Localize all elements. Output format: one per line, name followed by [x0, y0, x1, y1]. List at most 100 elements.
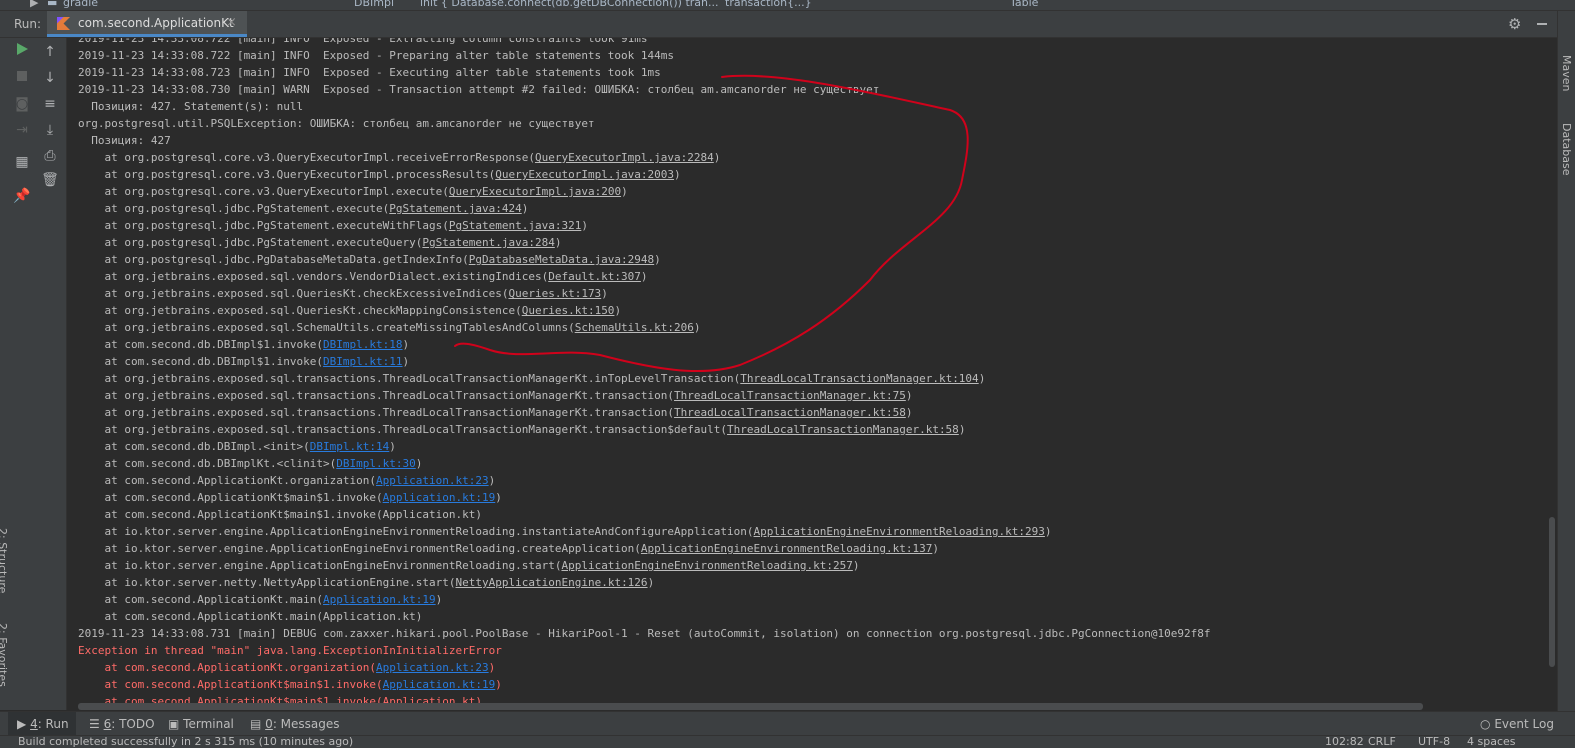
log-line: 2019-11-23 14:33:08.731 [main] DEBUG com… — [78, 625, 1210, 642]
tool-structure[interactable]: 2: Structure — [0, 528, 9, 593]
print-icon[interactable]: ⎙ — [40, 146, 60, 166]
kotlin-icon — [57, 17, 70, 30]
console-output[interactable]: 2019-11-23 14:33:08.722 [main] INFO Expo… — [67, 38, 1547, 704]
tab-run-label: : Run — [37, 717, 69, 731]
source-link[interactable]: DBImpl.kt:11 — [323, 355, 402, 368]
tool-maven[interactable]: Maven — [1560, 55, 1573, 91]
minimize-icon[interactable] — [1537, 23, 1547, 25]
source-link[interactable]: Queries.kt:150 — [522, 304, 615, 317]
log-text: ) — [435, 593, 443, 606]
arrow-up-icon[interactable]: ↑ — [40, 42, 60, 62]
log-text: ) — [905, 406, 913, 419]
source-link[interactable]: PgDatabaseMetaData.java:2948 — [469, 253, 654, 266]
exit-icon[interactable]: ⇥ — [12, 120, 32, 140]
source-link[interactable]: PgStatement.java:424 — [389, 202, 521, 215]
soft-wrap-icon[interactable]: ≡ — [40, 94, 60, 114]
log-text: 2019-11-23 14:33:08.722 [main] INFO Expo… — [78, 38, 648, 45]
source-link[interactable]: QueryExecutorImpl.java:2003 — [495, 168, 674, 181]
tab-messages[interactable]: ▤ 0: Messages — [250, 717, 340, 731]
log-text: ) — [905, 389, 913, 402]
event-log-button[interactable]: ○ Event Log — [1480, 717, 1554, 731]
source-link[interactable]: QueryExecutorImpl.java:2284 — [535, 151, 714, 164]
run-config-tab[interactable]: com.second.ApplicationKt × — [47, 11, 247, 37]
log-text: at org.jetbrains.exposed.sql.transaction… — [78, 389, 675, 402]
log-text: at org.postgresql.core.v3.QueryExecutorI… — [78, 185, 449, 198]
tool-favorites[interactable]: 2: Favorites — [0, 623, 9, 687]
bottom-tool-bar: ▶ 4: Run ☰ 6: TODO ▣ Terminal ▤ 0: Messa… — [0, 711, 1575, 736]
pin-icon[interactable]: 📌 — [12, 186, 32, 206]
caret-position[interactable]: 102:82 — [1325, 736, 1364, 748]
source-link[interactable]: ApplicationEngineEnvironmentReloading.kt… — [754, 525, 1045, 538]
log-line: at com.second.db.DBImplKt.<clinit>(DBImp… — [78, 455, 422, 472]
breadcrumb-item[interactable]: transaction{...} — [725, 0, 812, 9]
project-item-gradle[interactable]: gradle — [63, 0, 98, 9]
close-icon[interactable]: × — [226, 15, 237, 30]
tab-terminal-label: Terminal — [183, 717, 234, 731]
log-text: ) — [647, 576, 655, 589]
trash-icon[interactable]: 🗑 — [40, 170, 60, 190]
indent-setting[interactable]: 4 spaces — [1467, 736, 1516, 748]
log-line: at org.postgresql.jdbc.PgStatement.execu… — [78, 200, 528, 217]
log-text: at io.ktor.server.engine.ApplicationEngi… — [78, 525, 754, 538]
tab-run[interactable]: ▶ 4: Run — [17, 717, 69, 731]
log-text: ) — [978, 372, 986, 385]
source-link[interactable]: SchemaUtils.kt:206 — [575, 321, 694, 334]
status-message[interactable]: Build completed successfully in 2 s 315 … — [18, 736, 353, 748]
tool-database[interactable]: Database — [1560, 123, 1573, 176]
log-line: at io.ktor.server.engine.ApplicationEngi… — [78, 557, 859, 574]
log-text: Позиция: 427. Statement(s): null — [78, 100, 304, 113]
source-link[interactable]: PgStatement.java:321 — [449, 219, 581, 232]
source-link[interactable]: Application.kt:23 — [376, 474, 489, 487]
source-link[interactable]: ThreadLocalTransactionManager.kt:75 — [674, 389, 906, 402]
file-encoding[interactable]: UTF-8 — [1418, 736, 1450, 748]
status-bar: Build completed successfully in 2 s 315 … — [0, 735, 1575, 748]
source-link[interactable]: Application.kt:19 — [383, 491, 496, 504]
source-link[interactable]: ThreadLocalTransactionManager.kt:58 — [727, 423, 959, 436]
source-link[interactable]: ThreadLocalTransactionManager.kt:58 — [674, 406, 906, 419]
log-text: at org.jetbrains.exposed.sql.transaction… — [78, 406, 675, 419]
log-line: at com.second.ApplicationKt.main(Applica… — [78, 591, 442, 608]
camera-icon[interactable]: ◙ — [12, 94, 32, 114]
source-link[interactable]: NettyApplicationEngine.kt:126 — [456, 576, 648, 589]
source-link[interactable]: ThreadLocalTransactionManager.kt:104 — [740, 372, 978, 385]
log-line: at org.jetbrains.exposed.sql.transaction… — [78, 370, 985, 387]
source-link[interactable]: Default.kt:307 — [548, 270, 641, 283]
source-link[interactable]: QueryExecutorImpl.java:200 — [449, 185, 621, 198]
tab-terminal[interactable]: ▣ Terminal — [168, 717, 234, 731]
log-text: at com.second.db.DBImpl$1.invoke( — [78, 338, 324, 351]
arrow-down-icon[interactable]: ↓ — [40, 68, 60, 88]
log-line: at com.second.db.DBImpl.<init>(DBImpl.kt… — [78, 438, 395, 455]
log-text: ) — [852, 559, 860, 572]
vertical-scrollbar[interactable] — [1549, 517, 1555, 667]
line-separator[interactable]: CRLF — [1368, 736, 1396, 748]
tab-todo[interactable]: ☰ 6: TODO — [89, 717, 155, 731]
breadcrumb-item[interactable]: DBImpl — [354, 0, 394, 9]
log-text: ) — [621, 185, 628, 198]
source-link[interactable]: PgStatement.java:284 — [422, 236, 554, 249]
log-text: 2019-11-23 14:33:08.731 [main] DEBUG com… — [78, 627, 1211, 640]
layout-icon[interactable]: ▦ — [12, 152, 32, 172]
log-text: at com.second.db.DBImpl$1.invoke( — [78, 355, 324, 368]
stop-icon[interactable] — [12, 68, 32, 88]
source-link[interactable]: Queries.kt:173 — [508, 287, 601, 300]
log-line: at io.ktor.server.engine.ApplicationEngi… — [78, 523, 1051, 540]
source-link[interactable]: DBImpl.kt:18 — [323, 338, 402, 351]
source-link[interactable]: Application.kt:23 — [376, 661, 489, 674]
source-link[interactable]: Application.kt:19 — [323, 593, 436, 606]
source-link[interactable]: Application.kt:19 — [383, 678, 496, 691]
expand-arrow-icon[interactable]: ▶ — [30, 0, 38, 9]
source-link[interactable]: ApplicationEngineEnvironmentReloading.kt… — [561, 559, 852, 572]
run-icon[interactable] — [12, 42, 32, 62]
source-link[interactable]: DBImpl.kt:14 — [310, 440, 389, 453]
breadcrumb-item[interactable]: init { Database.connect(db.getDBConnecti… — [420, 0, 719, 9]
source-link[interactable]: DBImpl.kt:30 — [336, 457, 415, 470]
log-text: at io.ktor.server.netty.NettyApplication… — [78, 576, 456, 589]
tab-messages-label: : Messages — [272, 717, 340, 731]
source-link[interactable]: ApplicationEngineEnvironmentReloading.kt… — [641, 542, 932, 555]
scroll-to-end-icon[interactable]: ⤓ — [40, 120, 60, 140]
log-line: at com.second.ApplicationKt$main$1.invok… — [78, 676, 501, 693]
log-line: at org.jetbrains.exposed.sql.transaction… — [78, 421, 965, 438]
gear-icon[interactable]: ⚙ — [1508, 15, 1521, 33]
folder-icon: ▬ — [47, 0, 58, 9]
horizontal-scrollbar[interactable] — [78, 703, 1423, 710]
